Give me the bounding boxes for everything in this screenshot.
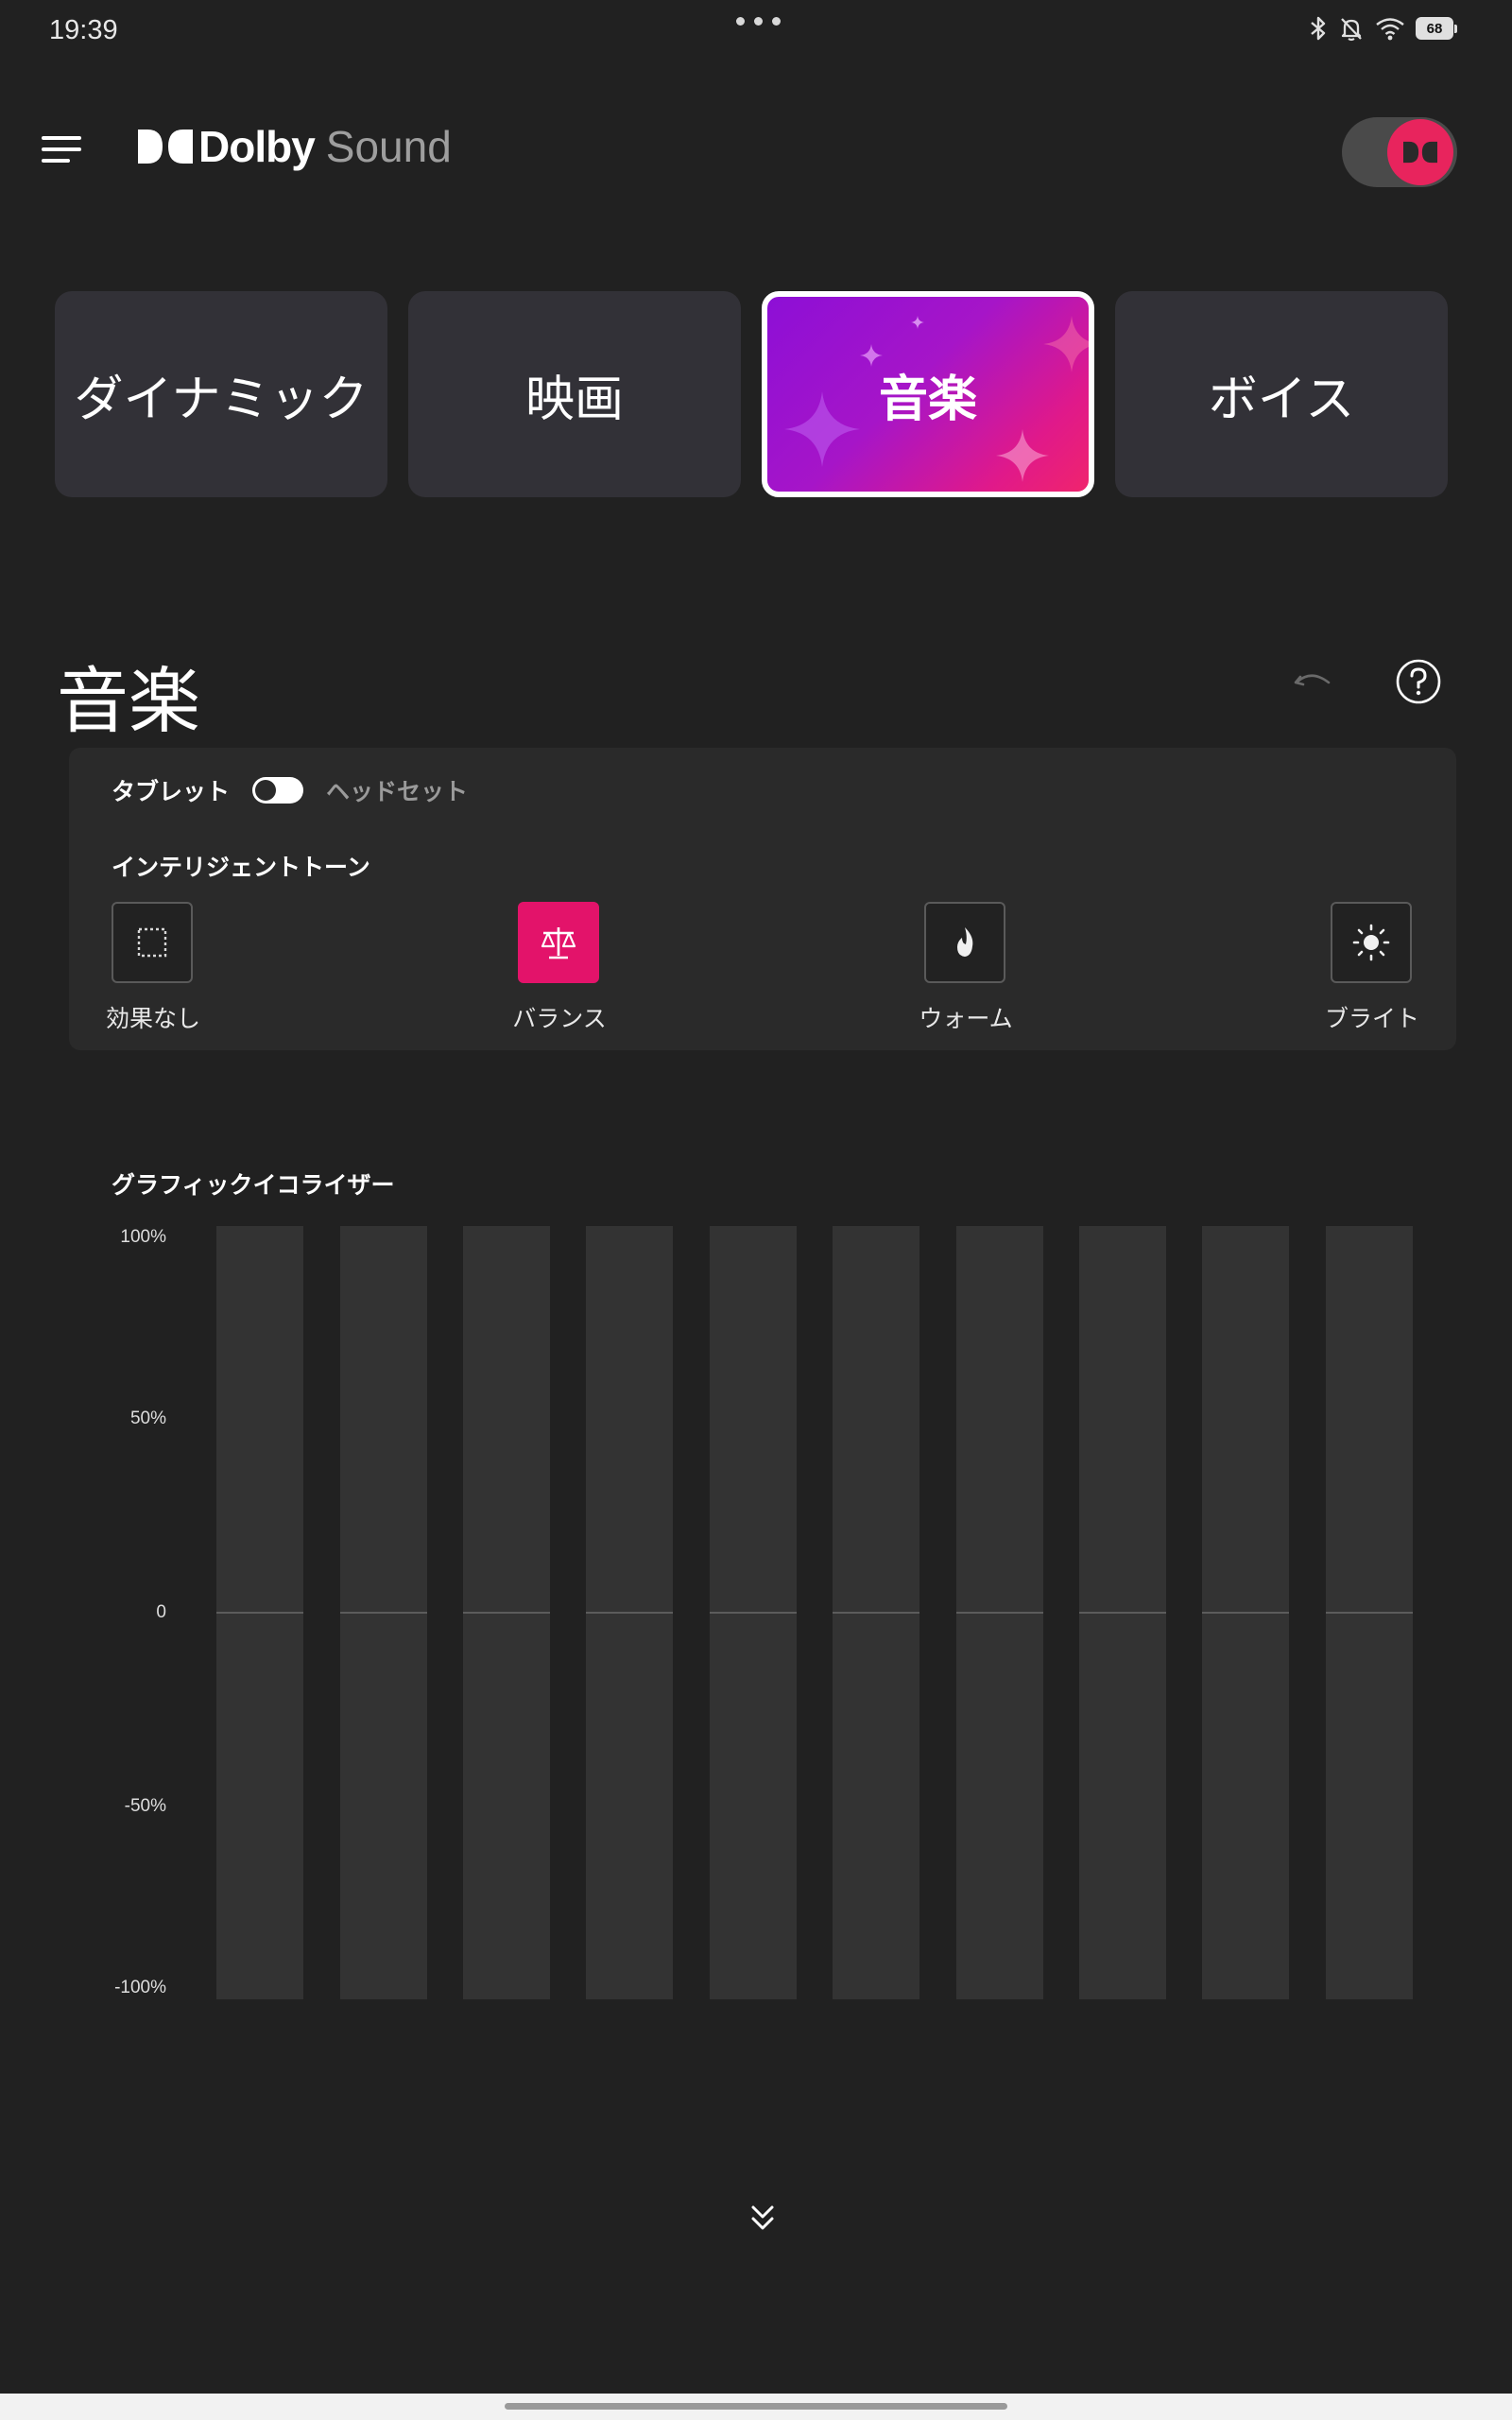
eq-axis-label: -50% [124,1796,166,1816]
eq-band-slider[interactable] [463,1226,550,1999]
tone-label: ブライト [1324,1005,1419,1032]
bell-off-icon [1341,18,1362,42]
dolby-toggle-knob [1387,119,1453,185]
profile-voice[interactable]: ボイス [1115,291,1448,497]
device-tablet-label[interactable]: タブレット [112,773,230,807]
profile-selector: ダイナミック 映画 音楽 ボイス [55,291,1450,497]
undo-icon[interactable] [1293,664,1334,701]
brand-suffix: Sound [325,122,452,171]
eq-axis-label: 50% [129,1409,166,1428]
battery-icon: 68 [1416,17,1457,40]
sparkle-icon [911,316,924,329]
intelligent-tone-heading: インテリジェントトーン [112,854,370,881]
eq-band-slider[interactable] [1326,1226,1413,1999]
device-headset-label[interactable]: ヘッドセット [326,773,468,807]
eq-band-slider[interactable] [216,1226,303,1999]
brand-name: Dolby [198,122,316,171]
status-time: 19:39 [49,15,118,45]
chevron-double-down-icon[interactable] [743,2199,782,2238]
tone-bright-button[interactable] [1331,902,1412,983]
eq-band-slider[interactable] [1202,1226,1289,1999]
profile-movie[interactable]: 映画 [408,291,741,497]
battery-level: 68 [1426,20,1443,37]
brand-logo: Dolby Sound [138,121,452,172]
scale-icon [541,927,576,959]
eq-band-slider[interactable] [1079,1226,1166,1999]
tone-label: 効果なし [105,1005,200,1032]
dashed-square-icon [137,927,167,958]
flame-icon [957,927,973,957]
wifi-icon [1376,18,1404,41]
eq-axis-label: 100% [120,1227,166,1247]
bluetooth-icon [1311,16,1326,41]
sparkle-icon [996,429,1049,482]
status-icons: 68 [1308,15,1457,42]
device-toggle[interactable] [252,777,304,804]
profile-label: ダイナミック [74,371,369,428]
tone-label: バランス [512,1005,607,1032]
tone-balance-button[interactable] [518,902,599,983]
eq-band-slider[interactable] [340,1226,427,1999]
menu-icon[interactable] [38,130,85,168]
sun-icon [1352,924,1390,961]
eq-band-slider[interactable] [956,1226,1043,1999]
profile-label: 音楽 [878,371,977,428]
profile-label: 映画 [524,371,624,428]
help-icon[interactable] [1395,658,1442,705]
profile-dynamic[interactable]: ダイナミック [55,291,387,497]
home-indicator[interactable] [505,2403,1007,2410]
eq-axis-label: -100% [114,1978,166,1997]
tone-warm-button[interactable] [924,902,1005,983]
dolby-logo-icon [138,130,193,164]
profile-music[interactable]: 音楽 [762,291,1094,497]
more-dots-icon[interactable] [730,17,786,36]
dolby-power-toggle[interactable] [1342,117,1457,187]
device-switch-row: タブレット ヘッドセット [112,773,468,807]
eq-band-slider[interactable] [833,1226,919,1999]
eq-band-slider[interactable] [586,1226,673,1999]
tone-none-button[interactable] [112,902,193,983]
eq-axis-label: 0 [156,1602,166,1622]
profile-label: ボイス [1208,371,1355,428]
eq-band-slider[interactable] [710,1226,797,1999]
equalizer-heading: グラフィックイコライザー [112,1171,395,1199]
sparkle-icon [784,391,860,467]
dolby-mark-icon [1403,141,1437,164]
section-title: 音楽 [57,659,200,743]
tone-label: ウォーム [919,1005,1013,1032]
sparkle-icon [1043,316,1089,372]
